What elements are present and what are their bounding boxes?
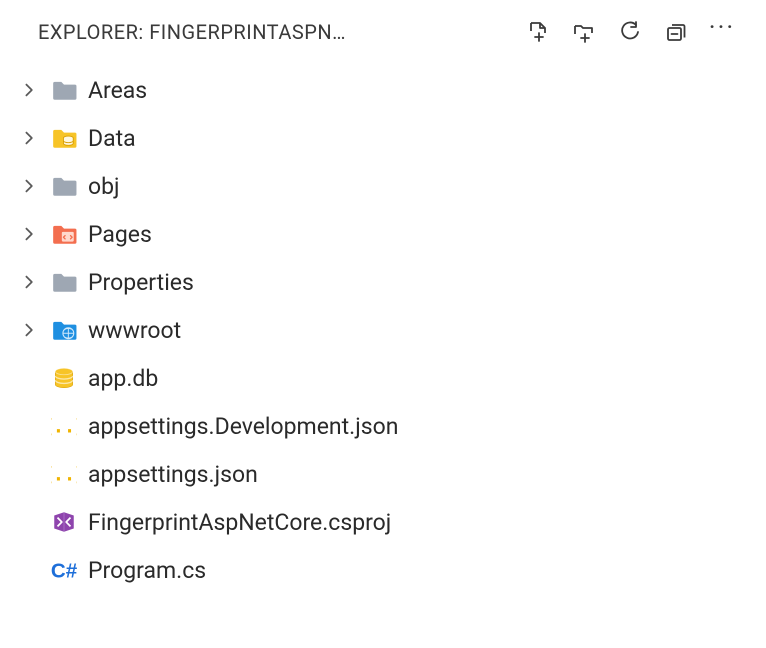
folder-row[interactable]: Pages bbox=[0, 210, 766, 258]
explorer-header: EXPLORER: FINGERPRINTASPN… ··· bbox=[0, 6, 766, 58]
refresh-icon bbox=[618, 20, 642, 44]
item-label: Pages bbox=[88, 221, 152, 248]
file-row[interactable]: FingerprintAspNetCore.csproj bbox=[0, 498, 766, 546]
ellipsis-icon: ··· bbox=[709, 15, 735, 41]
file-row[interactable]: Program.cs bbox=[0, 546, 766, 594]
item-label: Data bbox=[88, 125, 136, 152]
chevron-right-icon[interactable] bbox=[20, 176, 40, 196]
folder-row[interactable]: obj bbox=[0, 162, 766, 210]
folder-gray-icon bbox=[50, 76, 78, 104]
folder-wwwroot-icon bbox=[50, 316, 78, 344]
item-label: obj bbox=[88, 173, 120, 200]
folder-gray-icon bbox=[50, 268, 78, 296]
file-row[interactable]: app.db bbox=[0, 354, 766, 402]
csproj-icon bbox=[50, 508, 78, 536]
new-folder-icon bbox=[572, 20, 596, 44]
collapse-all-icon bbox=[664, 20, 688, 44]
item-label: Areas bbox=[88, 77, 147, 104]
chevron-right-icon[interactable] bbox=[20, 320, 40, 340]
csharp-icon bbox=[50, 556, 78, 584]
file-row[interactable]: appsettings.json bbox=[0, 450, 766, 498]
explorer-title: EXPLORER: FINGERPRINTASPN… bbox=[38, 20, 516, 44]
item-label: appsettings.json bbox=[88, 461, 258, 488]
item-label: FingerprintAspNetCore.csproj bbox=[88, 509, 391, 536]
chevron-right-icon[interactable] bbox=[20, 80, 40, 100]
folder-data-icon bbox=[50, 124, 78, 152]
chevron-right-icon[interactable] bbox=[20, 128, 40, 148]
chevron-right-icon[interactable] bbox=[20, 272, 40, 292]
new-folder-button[interactable] bbox=[570, 18, 598, 46]
new-file-button[interactable] bbox=[524, 18, 552, 46]
new-file-icon bbox=[526, 20, 550, 44]
folder-pages-icon bbox=[50, 220, 78, 248]
folder-gray-icon bbox=[50, 172, 78, 200]
folder-row[interactable]: Data bbox=[0, 114, 766, 162]
db-icon bbox=[50, 364, 78, 392]
file-tree: Areas Data obj Pages Properties wwwroot app.db… bbox=[0, 58, 766, 602]
folder-row[interactable]: wwwroot bbox=[0, 306, 766, 354]
chevron-right-icon[interactable] bbox=[20, 224, 40, 244]
json-icon bbox=[50, 412, 78, 440]
folder-row[interactable]: Areas bbox=[0, 66, 766, 114]
collapse-all-button[interactable] bbox=[662, 18, 690, 46]
more-actions-button[interactable]: ··· bbox=[708, 18, 736, 46]
item-label: appsettings.Development.json bbox=[88, 413, 398, 440]
item-label: Properties bbox=[88, 269, 194, 296]
refresh-button[interactable] bbox=[616, 18, 644, 46]
item-label: wwwroot bbox=[88, 317, 181, 344]
file-row[interactable]: appsettings.Development.json bbox=[0, 402, 766, 450]
header-actions: ··· bbox=[524, 18, 736, 46]
item-label: app.db bbox=[88, 365, 158, 392]
folder-row[interactable]: Properties bbox=[0, 258, 766, 306]
item-label: Program.cs bbox=[88, 557, 206, 584]
json-icon bbox=[50, 460, 78, 488]
